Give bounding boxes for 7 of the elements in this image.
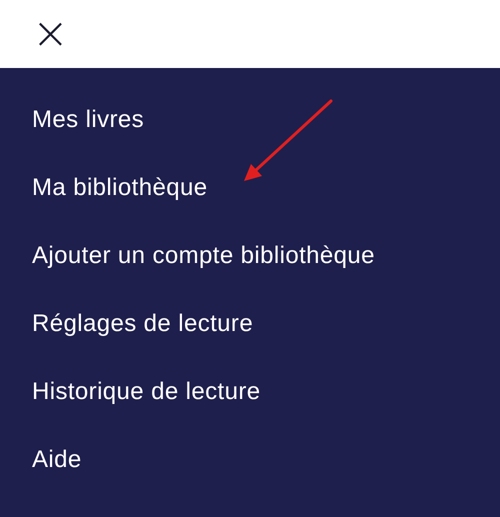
menu-item[interactable]: Ma bibliothèque [0,154,216,222]
menu-item[interactable]: Aide [0,426,90,494]
close-button[interactable]: × [28,12,73,56]
menu-item[interactable]: Historique de lecture [0,358,269,426]
menu-item[interactable]: Mes livres [0,86,152,154]
menu-item[interactable]: Ajouter un compte bibliothèque [0,222,383,290]
menu-item[interactable]: Réglages de lecture [0,290,262,358]
